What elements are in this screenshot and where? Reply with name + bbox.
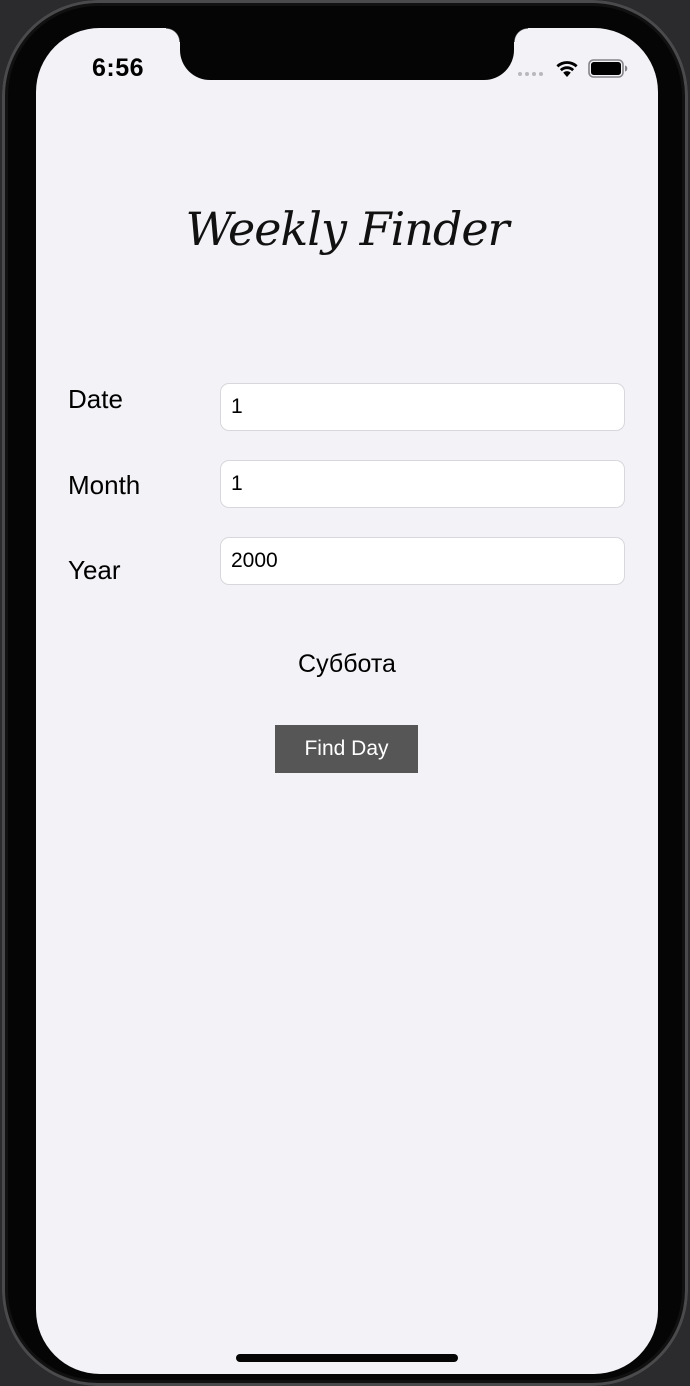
date-label: Date — [68, 384, 123, 414]
date-input[interactable] — [220, 383, 625, 431]
cellular-signal-icon — [518, 72, 543, 76]
weekday-result: Суббота — [298, 650, 396, 678]
phone-frame: 6:56 Weekly Finder Date Month Year Суббо… — [2, 0, 688, 1386]
camera-notch — [166, 28, 528, 80]
home-indicator[interactable] — [236, 1354, 458, 1362]
app-screen: 6:56 Weekly Finder Date Month Year Суббо… — [36, 28, 658, 1374]
battery-icon — [588, 59, 628, 78]
year-input[interactable] — [220, 537, 625, 585]
wifi-icon — [556, 61, 578, 77]
status-bar-time: 6:56 — [92, 54, 145, 82]
find-day-button[interactable]: Find Day — [275, 725, 418, 773]
app-title: Weekly Finder — [185, 202, 509, 256]
month-input[interactable] — [220, 460, 625, 508]
year-label: Year — [68, 555, 121, 585]
month-label: Month — [68, 470, 141, 500]
